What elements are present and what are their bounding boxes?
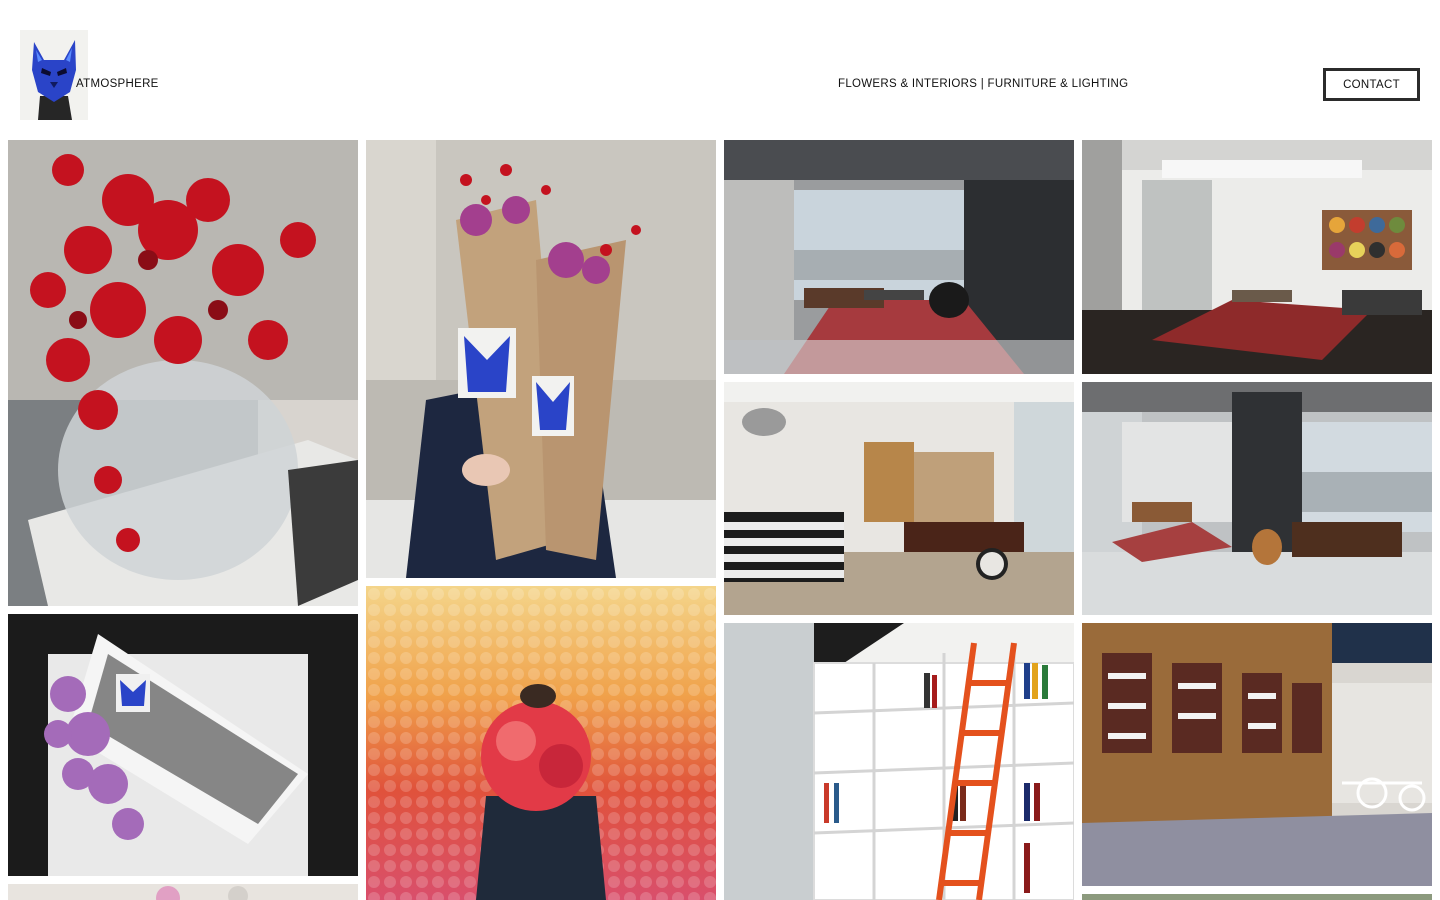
- table-setting-photo[interactable]: [8, 884, 358, 900]
- red-berries-vase-photo[interactable]: [8, 140, 358, 606]
- bookshelves-with-ladder-photo[interactable]: [724, 623, 1074, 900]
- bouquets-with-cat-stickers-photo[interactable]: [366, 140, 716, 578]
- living-room-with-art-photo[interactable]: [1082, 140, 1432, 374]
- brand-name[interactable]: ATMOSPHERE: [76, 78, 159, 90]
- restaurant-cabinet-photo[interactable]: [1082, 623, 1432, 886]
- office-with-striped-sofa-photo[interactable]: [724, 382, 1074, 615]
- interior-photo[interactable]: [1082, 894, 1432, 900]
- blue-cat-icon: [20, 30, 88, 120]
- loft-living-room-photo[interactable]: [724, 140, 1074, 374]
- site-header: ATMOSPHERE FLOWERS & INTERIORS | FURNITU…: [0, 0, 1440, 140]
- contact-button[interactable]: CONTACT: [1323, 68, 1420, 101]
- loft-office-photo[interactable]: [1082, 382, 1432, 615]
- lilac-bouquet-triangle-wrap-photo[interactable]: [8, 614, 358, 876]
- logo[interactable]: [20, 30, 88, 120]
- rose-wall-photo[interactable]: [366, 586, 716, 900]
- tagline: FLOWERS & INTERIORS | FURNITURE & LIGHTI…: [838, 78, 1129, 90]
